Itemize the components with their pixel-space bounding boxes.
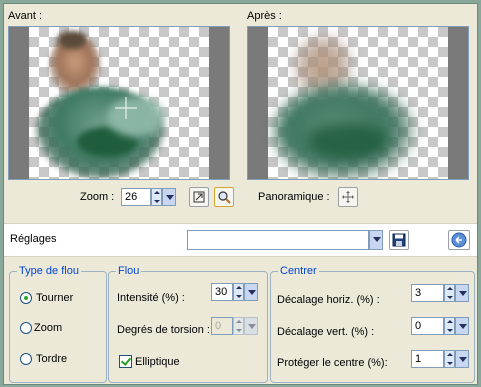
torsion-field[interactable]: 0 xyxy=(211,317,233,335)
radio-zoom-label[interactable]: Zoom xyxy=(34,322,62,334)
vshift-spin-buttons[interactable] xyxy=(444,317,455,335)
reset-arrow-icon xyxy=(451,232,467,248)
settings-label: Réglages xyxy=(10,233,57,245)
reset-button[interactable] xyxy=(448,230,470,250)
elliptic-checkbox[interactable] xyxy=(119,355,132,368)
radio-tourner-label[interactable]: Tourner xyxy=(36,292,73,304)
save-preset-button[interactable] xyxy=(389,230,409,250)
preset-dropdown-button[interactable] xyxy=(369,230,383,250)
hshift-spin-buttons[interactable] xyxy=(444,284,455,302)
intensity-field[interactable]: 30 xyxy=(211,283,233,301)
hshift-field[interactable]: 3 xyxy=(411,284,444,302)
protect-spin-buttons[interactable] xyxy=(444,350,455,368)
pan-button[interactable] xyxy=(338,187,358,207)
radial-blur-dialog: Avant : Après : Zoom : 26 Panoramique: … xyxy=(3,3,478,385)
zoom-tool-button[interactable] xyxy=(214,187,234,207)
after-label: Après : xyxy=(247,10,282,22)
elliptic-label[interactable]: Elliptique xyxy=(135,356,180,368)
torsion-spin-buttons[interactable] xyxy=(233,317,244,335)
magnifier-icon xyxy=(218,191,231,204)
vshift-label: Décalage vert. (%) : xyxy=(277,326,375,338)
radio-tordre-label[interactable]: Tordre xyxy=(36,353,67,365)
radio-tourner[interactable] xyxy=(20,292,32,304)
hshift-label: Décalage horiz. (%) : xyxy=(277,294,380,306)
intensity-spin-buttons[interactable] xyxy=(233,283,244,301)
after-preview xyxy=(247,26,469,180)
zoom-spin-buttons[interactable] xyxy=(151,188,162,206)
protect-field[interactable]: 1 xyxy=(411,350,444,368)
intensity-dropdown-button[interactable] xyxy=(244,283,258,301)
torsion-dropdown-button[interactable] xyxy=(244,317,258,335)
center-title: Centrer xyxy=(278,265,319,277)
before-preview[interactable] xyxy=(8,26,230,180)
vshift-field[interactable]: 0 xyxy=(411,317,444,335)
crosshair-icon xyxy=(115,97,137,119)
protect-label: Protéger le centre (%): xyxy=(277,357,388,369)
before-label: Avant : xyxy=(8,10,43,22)
fit-window-icon xyxy=(193,191,205,203)
blur-title: Flou xyxy=(116,265,142,277)
radio-tordre[interactable] xyxy=(20,353,32,365)
torsion-label: Degrés de torsion : xyxy=(117,324,210,336)
vshift-dropdown-button[interactable] xyxy=(455,317,469,335)
hshift-dropdown-button[interactable] xyxy=(455,284,469,302)
intensity-label: Intensité (%) : xyxy=(117,292,185,304)
move-arrows-icon xyxy=(342,191,354,203)
zoom-field[interactable]: 26 xyxy=(121,188,151,206)
preset-select[interactable] xyxy=(187,230,369,250)
zoom-dropdown-button[interactable] xyxy=(162,188,176,206)
floppy-disk-icon xyxy=(392,233,406,247)
fit-zoom-button[interactable] xyxy=(189,187,209,207)
zoom-label: Zoom : xyxy=(80,191,115,203)
protect-dropdown-button[interactable] xyxy=(455,350,469,368)
radio-zoom[interactable] xyxy=(20,322,32,334)
pan-label: Panoramique : xyxy=(258,191,330,203)
blur-type-title: Type de flou xyxy=(17,265,81,277)
